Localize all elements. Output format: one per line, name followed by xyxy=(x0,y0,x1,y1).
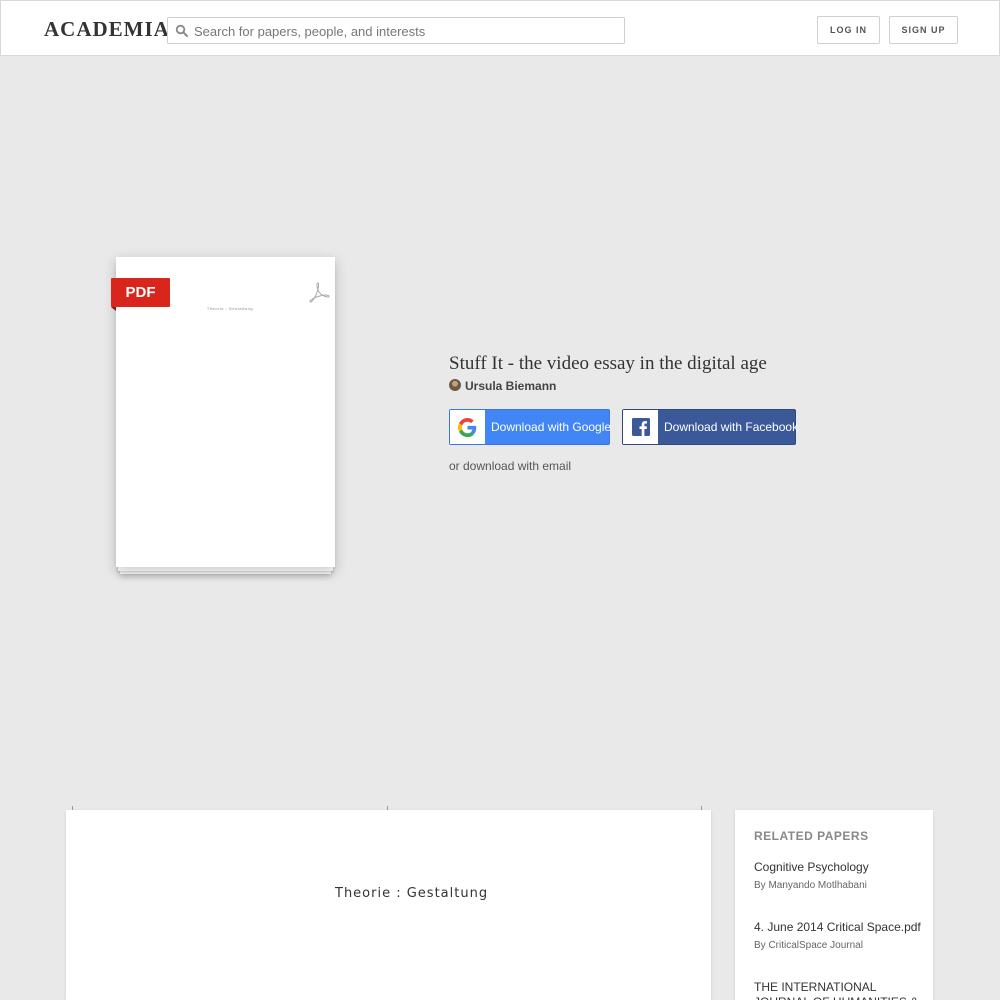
facebook-button-label: Download with Facebook xyxy=(664,420,799,434)
document-page-text: Theorie : Gestaltung xyxy=(335,886,489,901)
top-header: ACADEMIA LOG IN SIGN UP xyxy=(0,0,1000,56)
search-input[interactable] xyxy=(194,21,614,41)
google-icon-box xyxy=(450,410,485,444)
related-paper-title[interactable]: THE INTERNATIONAL JOURNAL OF HUMANITIES … xyxy=(754,980,922,1000)
related-paper-author[interactable]: By Manyando Motlhabani xyxy=(754,880,922,891)
document-page xyxy=(66,810,711,1000)
search-box[interactable] xyxy=(167,17,625,44)
google-icon xyxy=(458,418,477,437)
related-paper-item[interactable]: THE INTERNATIONAL JOURNAL OF HUMANITIES … xyxy=(754,980,922,1000)
facebook-icon-box xyxy=(623,410,658,444)
related-paper-item[interactable]: Cognitive Psychology By Manyando Motlhab… xyxy=(754,860,922,891)
download-with-google-button[interactable]: Download with Google xyxy=(449,409,612,445)
google-button-label: Download with Google xyxy=(491,420,612,434)
paper-title: Stuff It - the video essay in the digita… xyxy=(449,353,767,374)
login-button[interactable]: LOG IN xyxy=(817,16,880,44)
author-name[interactable]: Ursula Biemann xyxy=(465,379,556,393)
related-papers-panel: RELATED PAPERS Cognitive Psychology By M… xyxy=(735,810,933,1000)
acrobat-icon xyxy=(309,282,330,303)
related-paper-item[interactable]: 4. June 2014 Critical Space.pdf By Criti… xyxy=(754,920,922,951)
related-papers-heading: RELATED PAPERS xyxy=(754,829,869,843)
thumbnail-page-text: Theorie : Gestaltung xyxy=(206,306,254,311)
pdf-badge: PDF xyxy=(111,278,170,307)
signup-button[interactable]: SIGN UP xyxy=(889,16,958,44)
facebook-icon xyxy=(632,418,650,436)
academia-logo[interactable]: ACADEMIA xyxy=(44,17,170,42)
search-icon xyxy=(175,24,188,37)
download-with-email-link[interactable]: or download with email xyxy=(449,459,571,473)
related-paper-title[interactable]: Cognitive Psychology xyxy=(754,860,922,875)
pdf-badge-fold xyxy=(111,307,116,311)
author-avatar[interactable] xyxy=(449,379,461,391)
related-paper-title[interactable]: 4. June 2014 Critical Space.pdf xyxy=(754,920,922,935)
download-with-facebook-button[interactable]: Download with Facebook xyxy=(622,409,799,445)
related-paper-author[interactable]: By CriticalSpace Journal xyxy=(754,940,922,951)
